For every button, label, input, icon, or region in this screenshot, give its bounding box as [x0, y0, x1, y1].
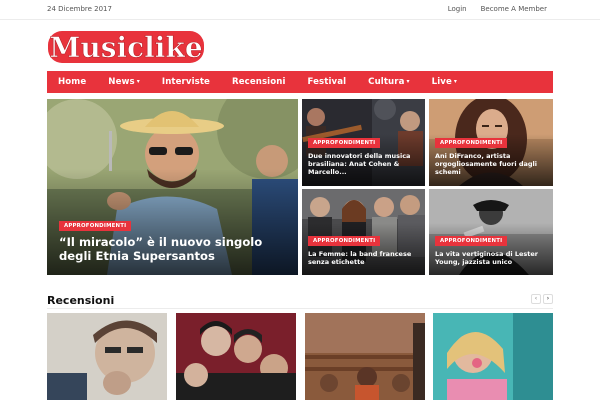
nav-item-home[interactable]: Home: [58, 71, 86, 93]
reviews-carousel-controls: ‹ ›: [531, 294, 553, 304]
chevron-down-icon: ▾: [136, 78, 140, 85]
nav-item-label: Interviste: [161, 77, 210, 87]
next-arrow-icon[interactable]: ›: [543, 294, 553, 304]
top-bar: 24 Dicembre 2017 Login Become A Member: [0, 0, 600, 20]
featured-side-article-2[interactable]: APPROFONDIMENTI Ani DiFranco, artista or…: [429, 99, 553, 186]
review-card-2[interactable]: [176, 313, 296, 400]
main-article-badge[interactable]: APPROFONDIMENTI: [59, 221, 132, 231]
side-article-1-title[interactable]: Due innovatori della musica brasiliana: …: [308, 152, 420, 176]
side-article-4-badge[interactable]: APPROFONDIMENTI: [435, 236, 508, 246]
featured-side-article-4[interactable]: APPROFONDIMENTI La vita vertiginosa di L…: [429, 189, 553, 275]
nav-item-label: Home: [58, 77, 87, 87]
side-article-1-badge[interactable]: APPROFONDIMENTI: [308, 138, 381, 148]
side-article-4-title[interactable]: La vita vertiginosa di Lester Young, jaz…: [435, 250, 547, 266]
review-1-photo: [47, 313, 167, 400]
nav-item-live[interactable]: Live ▾: [432, 71, 457, 93]
logo-text: Musiclike: [49, 31, 202, 64]
review-card-1[interactable]: [47, 313, 167, 400]
featured-main-article[interactable]: APPROFONDIMENTI “Il miracolo” è il nuovo…: [47, 99, 298, 275]
chevron-down-icon: ▾: [406, 78, 410, 85]
become-member-link[interactable]: Become A Member: [481, 5, 547, 13]
login-link[interactable]: Login: [448, 5, 467, 13]
current-date: 24 Dicembre 2017: [47, 5, 112, 13]
section-divider: [47, 308, 553, 309]
side-article-3-badge[interactable]: APPROFONDIMENTI: [308, 236, 381, 246]
review-card-4[interactable]: [433, 313, 553, 400]
reviews-heading: Recensioni: [47, 294, 115, 307]
prev-arrow-icon[interactable]: ‹: [531, 294, 541, 304]
nav-item-label: News: [108, 77, 135, 87]
featured-side-article-3[interactable]: APPROFONDIMENTI La Femme: la band france…: [302, 189, 425, 275]
nav-item-label: Recensioni: [231, 77, 286, 87]
nav-item-cultura[interactable]: Cultura ▾: [368, 71, 409, 93]
nav-item-recensioni[interactable]: Recensioni: [232, 71, 286, 93]
side-article-2-title[interactable]: Ani DiFranco, artista orgogliosamente fu…: [435, 152, 547, 176]
site-logo[interactable]: Musiclike: [46, 27, 208, 67]
nav-item-label: Cultura: [368, 77, 405, 87]
top-links: Login Become A Member: [448, 5, 547, 13]
featured-side-article-1[interactable]: APPROFONDIMENTI Due innovatori della mus…: [302, 99, 425, 186]
review-4-photo: [433, 313, 553, 400]
review-2-photo: [176, 313, 296, 400]
side-article-3-title[interactable]: La Femme: la band francese senza etichet…: [308, 250, 420, 266]
side-article-2-badge[interactable]: APPROFONDIMENTI: [435, 138, 508, 148]
main-article-title[interactable]: “Il miracolo” è il nuovo singolo degli E…: [59, 235, 291, 264]
nav-item-label: Festival: [307, 77, 347, 87]
review-3-photo: [305, 313, 425, 400]
nav-item-festival[interactable]: Festival: [308, 71, 347, 93]
chevron-down-icon: ▾: [453, 78, 458, 85]
main-nav: Home News ▾ Interviste Recensioni Festival Cul…: [47, 71, 553, 93]
nav-item-news[interactable]: News ▾: [108, 71, 140, 93]
nav-item-interviste[interactable]: Interviste: [162, 71, 210, 93]
review-card-3[interactable]: [305, 313, 425, 400]
logo-graphic: Musiclike: [48, 31, 204, 64]
nav-item-label: Live: [431, 77, 452, 87]
